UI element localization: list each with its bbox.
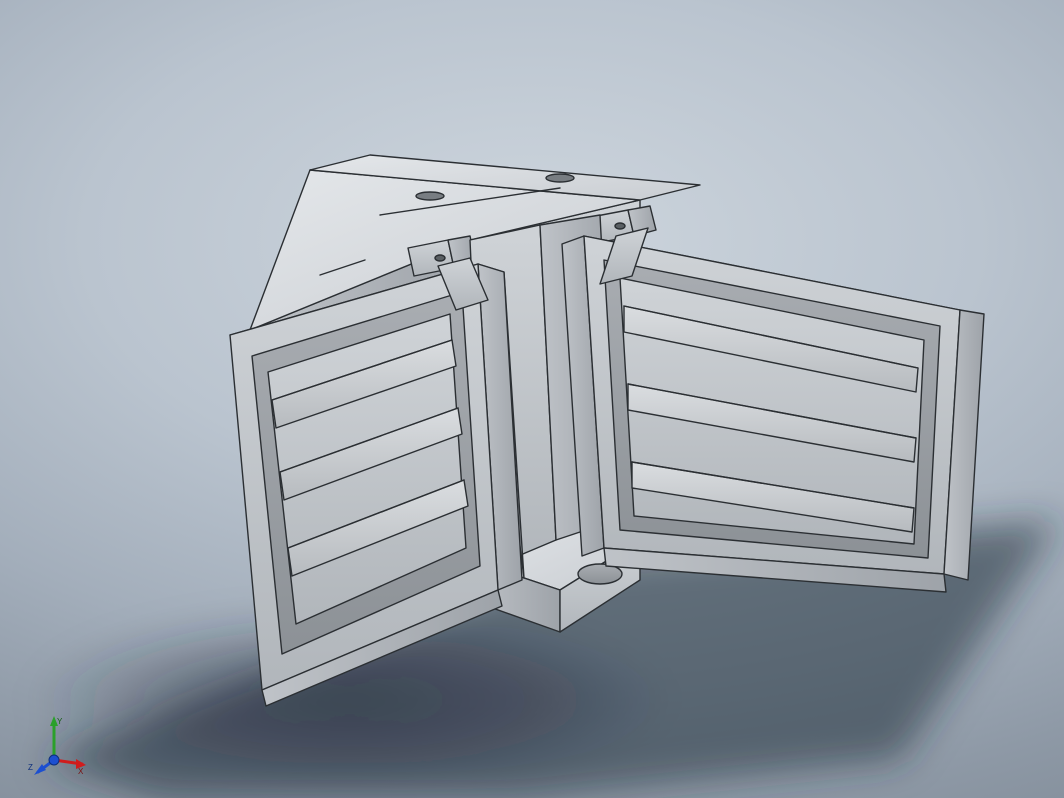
cad-3d-viewport[interactable]: Y X Z xyxy=(0,0,1064,798)
scene-canvas xyxy=(0,0,1064,798)
axis-z-label: Z xyxy=(28,763,33,772)
axis-x-label: X xyxy=(78,767,84,776)
clamp-pad-right xyxy=(562,236,984,592)
axis-y-label: Y xyxy=(57,717,63,726)
triad-origin-icon xyxy=(49,755,59,765)
view-orientation-triad[interactable]: Y X Z xyxy=(24,714,88,778)
